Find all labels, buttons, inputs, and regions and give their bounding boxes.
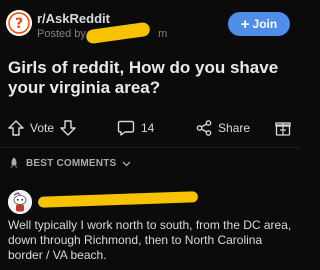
plus-icon: +	[240, 15, 250, 33]
commenter-name-redaction	[37, 191, 199, 208]
posted-by-suffix: m	[158, 28, 168, 40]
post-title[interactable]: Girls of reddit, How do you shave your v…	[8, 58, 292, 98]
chevron-down-icon	[122, 161, 131, 166]
subreddit-name[interactable]: r/AskReddit	[37, 11, 110, 26]
svg-text:?: ?	[15, 16, 23, 32]
askreddit-icon: ?	[6, 10, 32, 36]
post-action-bar: Vote 14 Share	[0, 116, 300, 140]
join-button[interactable]: + Join	[228, 12, 290, 36]
upvote-icon[interactable]	[8, 120, 24, 136]
section-divider	[0, 147, 300, 148]
rocket-icon	[10, 157, 18, 168]
post-header: ? r/AskReddit Posted by u/m + Join	[0, 0, 300, 48]
vote-control: Vote	[8, 116, 76, 140]
comments-count: 14	[141, 121, 155, 135]
vote-label: Vote	[30, 121, 55, 135]
share-icon	[196, 120, 212, 136]
downvote-icon[interactable]	[60, 120, 76, 136]
comment-icon	[117, 120, 135, 136]
join-label: Join	[252, 17, 278, 31]
share-label: Share	[218, 121, 251, 135]
comment-sort[interactable]: BEST COMMENTS	[8, 155, 131, 171]
award-button[interactable]	[275, 116, 291, 140]
comments-button[interactable]: 14	[117, 116, 154, 140]
commenter-avatar[interactable]	[8, 190, 32, 214]
share-button[interactable]: Share	[196, 116, 250, 140]
subreddit-avatar[interactable]: ?	[6, 10, 32, 36]
snoo-avatar-icon	[8, 190, 32, 214]
comment-body: Well typically I work north to south, fr…	[8, 218, 292, 262]
award-icon	[275, 122, 291, 136]
sort-label: BEST COMMENTS	[26, 157, 117, 169]
